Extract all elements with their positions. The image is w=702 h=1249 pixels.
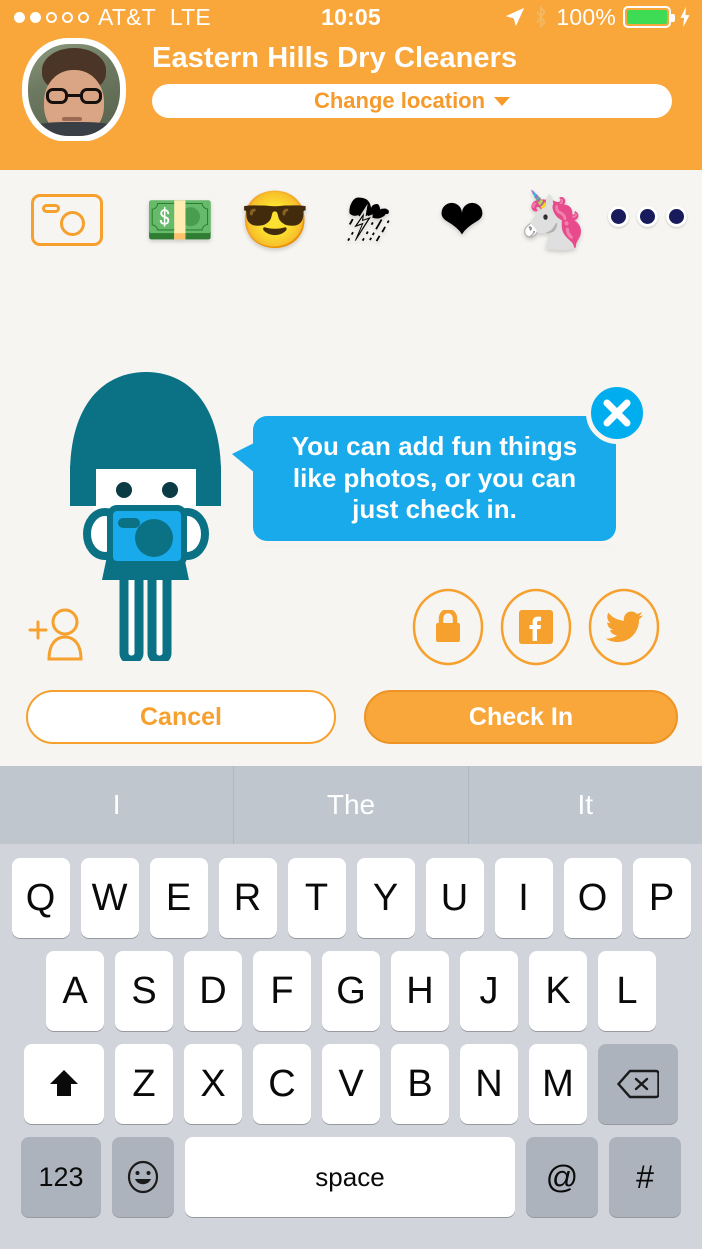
backspace-icon bbox=[617, 1069, 659, 1099]
key-p[interactable]: P bbox=[632, 858, 691, 938]
twitter-icon bbox=[605, 611, 643, 642]
battery-icon bbox=[623, 6, 675, 28]
key-e[interactable]: E bbox=[149, 858, 208, 938]
charging-bolt-icon bbox=[680, 6, 690, 28]
key-g[interactable]: G bbox=[322, 951, 380, 1031]
close-icon bbox=[603, 399, 631, 427]
status-bar-right: 100% bbox=[504, 4, 692, 31]
at-key[interactable]: @ bbox=[526, 1137, 598, 1217]
prediction-candidate-3[interactable]: It bbox=[469, 766, 702, 844]
storm-cloud-sticker[interactable]: ⛈ bbox=[335, 186, 403, 254]
bluetooth-icon bbox=[536, 6, 547, 28]
chevron-down-icon bbox=[494, 96, 511, 106]
key-z[interactable]: Z bbox=[115, 1044, 173, 1124]
key-x[interactable]: X bbox=[184, 1044, 242, 1124]
key-t[interactable]: T bbox=[287, 858, 346, 938]
key-a[interactable]: A bbox=[46, 951, 104, 1031]
tooltip-bubble: You can add fun things like photos, or y… bbox=[232, 416, 616, 541]
heart-sticker[interactable]: ❤ bbox=[428, 186, 496, 254]
sun-sunglasses-sticker[interactable]: 😎 bbox=[240, 186, 310, 254]
avatar-frame bbox=[22, 38, 126, 142]
app-screen: AT&T LTE 10:05 100% Eastern Hills Dry Cl… bbox=[0, 0, 702, 1249]
cancel-button[interactable]: Cancel bbox=[26, 690, 336, 744]
more-stickers-icon[interactable] bbox=[608, 206, 687, 227]
emoji-key[interactable] bbox=[112, 1137, 174, 1217]
key-w[interactable]: W bbox=[80, 858, 139, 938]
key-u[interactable]: U bbox=[425, 858, 484, 938]
privacy-lock-button[interactable] bbox=[412, 588, 484, 666]
camera-lens-icon bbox=[60, 211, 85, 236]
tooltip-tail bbox=[232, 442, 256, 474]
numbers-key[interactable]: 123 bbox=[21, 1137, 101, 1217]
key-o[interactable]: O bbox=[563, 858, 622, 938]
close-tooltip-button[interactable] bbox=[586, 382, 648, 444]
header-wave-divider bbox=[0, 141, 702, 171]
change-location-label: Change location bbox=[313, 88, 486, 113]
key-v[interactable]: V bbox=[322, 1044, 380, 1124]
key-k[interactable]: K bbox=[529, 951, 587, 1031]
key-l[interactable]: L bbox=[598, 951, 656, 1031]
avatar[interactable] bbox=[22, 38, 126, 142]
key-i[interactable]: I bbox=[494, 858, 553, 938]
key-m[interactable]: M bbox=[529, 1044, 587, 1124]
key-s[interactable]: S bbox=[115, 951, 173, 1031]
shift-arrow-icon bbox=[50, 1070, 78, 1096]
delete-key[interactable] bbox=[598, 1044, 678, 1124]
prediction-candidate-2[interactable]: The bbox=[234, 766, 469, 844]
key-q[interactable]: Q bbox=[11, 858, 70, 938]
space-key[interactable]: space bbox=[185, 1137, 515, 1217]
status-bar: AT&T LTE 10:05 100% bbox=[0, 0, 702, 34]
add-friend-icon[interactable] bbox=[24, 606, 94, 666]
onscreen-keyboard: I The It Q W E R T Y U I O P A S D F G H… bbox=[0, 766, 702, 1249]
key-y[interactable]: Y bbox=[356, 858, 415, 938]
keyboard-row-1: Q W E R T Y U I O P bbox=[0, 858, 702, 938]
key-f[interactable]: F bbox=[253, 951, 311, 1031]
tooltip-message: You can add fun things like photos, or y… bbox=[291, 430, 578, 525]
unicorn-sticker[interactable]: 🦄 bbox=[518, 186, 588, 254]
prediction-candidate-1[interactable]: I bbox=[0, 766, 235, 844]
key-h[interactable]: H bbox=[391, 951, 449, 1031]
keyboard-row-3: Z X C V B N M bbox=[0, 1044, 702, 1124]
camera-viewfinder-icon bbox=[42, 204, 60, 213]
hash-key[interactable]: # bbox=[609, 1137, 681, 1217]
lock-icon bbox=[436, 610, 460, 642]
smiley-icon bbox=[127, 1160, 159, 1194]
facebook-icon bbox=[519, 610, 553, 644]
header-content: Eastern Hills Dry Cleaners Change locati… bbox=[0, 36, 702, 142]
key-b[interactable]: B bbox=[391, 1044, 449, 1124]
key-j[interactable]: J bbox=[460, 951, 518, 1031]
battery-percent-label: 100% bbox=[556, 3, 616, 30]
share-twitter-button[interactable] bbox=[588, 588, 660, 666]
page-title: Eastern Hills Dry Cleaners bbox=[152, 42, 518, 74]
key-r[interactable]: R bbox=[218, 858, 277, 938]
app-header: AT&T LTE 10:05 100% Eastern Hills Dry Cl… bbox=[0, 0, 702, 171]
camera-icon[interactable] bbox=[31, 194, 103, 246]
key-n[interactable]: N bbox=[460, 1044, 518, 1124]
change-location-button[interactable]: Change location bbox=[152, 84, 672, 118]
shift-key[interactable] bbox=[24, 1044, 104, 1124]
check-in-button[interactable]: Check In bbox=[364, 690, 678, 744]
keyboard-row-4: 123 space @ # bbox=[0, 1137, 702, 1217]
location-arrow-icon bbox=[506, 7, 525, 27]
avatar-photo bbox=[28, 44, 120, 136]
keyboard-row-2: A S D F G H J K L bbox=[0, 951, 702, 1031]
key-c[interactable]: C bbox=[253, 1044, 311, 1124]
privacy-options bbox=[412, 588, 660, 666]
key-d[interactable]: D bbox=[184, 951, 242, 1031]
money-sticker[interactable]: 💵 bbox=[145, 186, 215, 254]
prediction-bar: I The It bbox=[0, 766, 702, 844]
share-facebook-button[interactable] bbox=[500, 588, 572, 666]
